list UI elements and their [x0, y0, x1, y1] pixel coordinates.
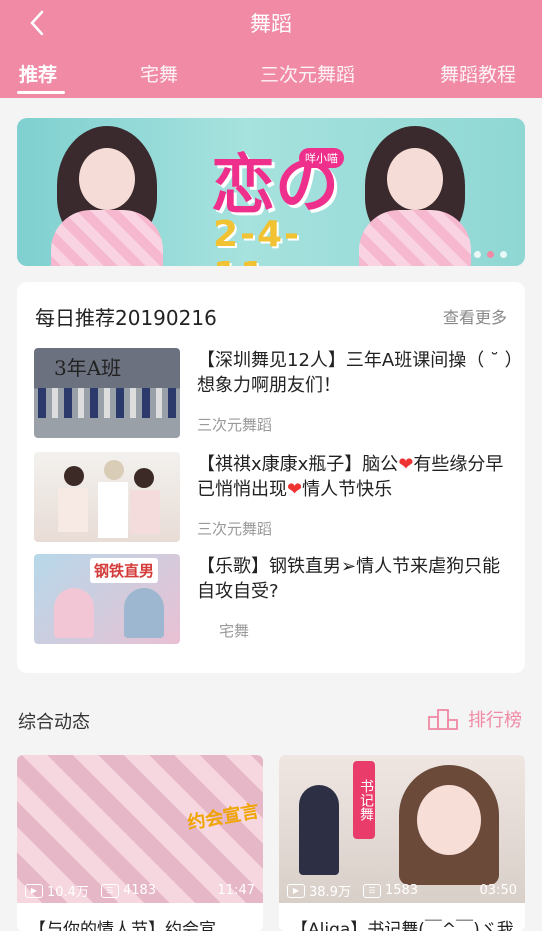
- play-icon: ▶: [25, 883, 43, 898]
- play-icon: ▶: [287, 883, 305, 898]
- video-thumbnail[interactable]: 钢铁直男: [34, 554, 180, 644]
- comment-icon: ☰: [362, 883, 381, 898]
- app-header: 舞蹈 推荐 宅舞 三次元舞蹈 舞蹈教程: [0, 0, 542, 98]
- list-item[interactable]: 【祺祺x康康x瓶子】脑公❤有些缘分早已悄悄出现❤情人节快乐 三次元舞蹈: [34, 452, 510, 544]
- duration: 03:50: [479, 883, 517, 898]
- tab-recommend[interactable]: 推荐: [19, 60, 57, 87]
- video-card[interactable]: 书记舞 ▶ 38.9万 ☰ 1583 03:50 【Aliga】书记舞(￣^￣)…: [279, 755, 525, 931]
- heart-icon: ❤: [398, 454, 414, 475]
- tab-otaku-dance[interactable]: 宅舞: [140, 60, 178, 87]
- carousel-dot[interactable]: [500, 251, 507, 258]
- banner-logo: 恋の 咩小喵 2-4-11: [203, 134, 353, 266]
- carousel-dot[interactable]: [474, 251, 481, 258]
- banner-dancer-left: [37, 126, 187, 266]
- daily-title: 每日推荐20190216: [35, 306, 217, 330]
- video-stats: ▶ 38.9万 ☰ 1583 03:50: [287, 881, 517, 900]
- video-thumbnail[interactable]: 3年A班: [34, 348, 180, 438]
- view-count: 38.9万: [309, 885, 351, 900]
- video-card[interactable]: 约会宣言 ▶ 10.4万 ☰ 4183 11:47 【与你的情人节】约会宣: [17, 755, 263, 931]
- ranking-link[interactable]: 排行榜: [428, 706, 522, 732]
- heart-icon: ❤: [287, 479, 303, 500]
- tab-real-dance[interactable]: 三次元舞蹈: [260, 60, 355, 87]
- tab-dance-tutorial[interactable]: 舞蹈教程: [440, 60, 516, 87]
- item-title: 【深圳舞见12人】三年A班课间操（ ˘ ）想象力啊朋友们！: [197, 350, 514, 396]
- section-title: 综合动态: [18, 712, 90, 733]
- view-more-link[interactable]: 查看更多: [443, 304, 507, 328]
- comment-icon: ☰: [100, 883, 119, 898]
- item-category: 宅舞: [219, 622, 250, 640]
- list-item[interactable]: 3年A班 【深圳舞见12人】三年A班课间操（ ˘ ）想象力啊朋友们！ 三次元舞蹈: [34, 348, 514, 440]
- item-category: 三次元舞蹈: [197, 416, 273, 434]
- item-title: 【祺祺x康康x瓶子】脑公❤有些缘分早已悄悄出现❤情人节快乐: [197, 454, 504, 500]
- ranking-icon: [428, 709, 458, 730]
- video-title: 【Aliga】书记舞(￣^￣)ゞ我: [291, 920, 514, 931]
- active-tab-indicator: [17, 91, 65, 94]
- carousel-dot-active[interactable]: [487, 251, 494, 258]
- duration: 11:47: [217, 883, 255, 898]
- daily-recommend-card: 每日推荐20190216 查看更多 3年A班 【深圳舞见12人】三年A班课间操（…: [17, 282, 525, 673]
- category-tabs: 推荐 宅舞 三次元舞蹈 舞蹈教程: [0, 52, 542, 98]
- video-stats: ▶ 10.4万 ☰ 4183 11:47: [25, 881, 255, 900]
- comment-count: 1583: [384, 883, 419, 898]
- carousel-dots: [474, 251, 507, 258]
- ranking-label: 排行榜: [468, 710, 522, 731]
- video-thumbnail[interactable]: [34, 452, 180, 542]
- list-item[interactable]: 钢铁直男 【乐歌】钢铁直男➢情人节来虐狗只能自攻自受? 宅舞: [34, 554, 510, 646]
- comment-count: 4183: [122, 883, 157, 898]
- view-count: 10.4万: [47, 885, 89, 900]
- page-title: 舞蹈: [250, 12, 292, 36]
- video-title: 【与你的情人节】约会宣: [29, 920, 216, 931]
- item-category: 三次元舞蹈: [197, 520, 273, 538]
- banner-dancer-right: [335, 126, 485, 266]
- item-title: 【乐歌】钢铁直男➢情人节来虐狗只能自攻自受?: [197, 556, 501, 602]
- promo-banner[interactable]: 恋の 咩小喵 2-4-11: [17, 118, 525, 266]
